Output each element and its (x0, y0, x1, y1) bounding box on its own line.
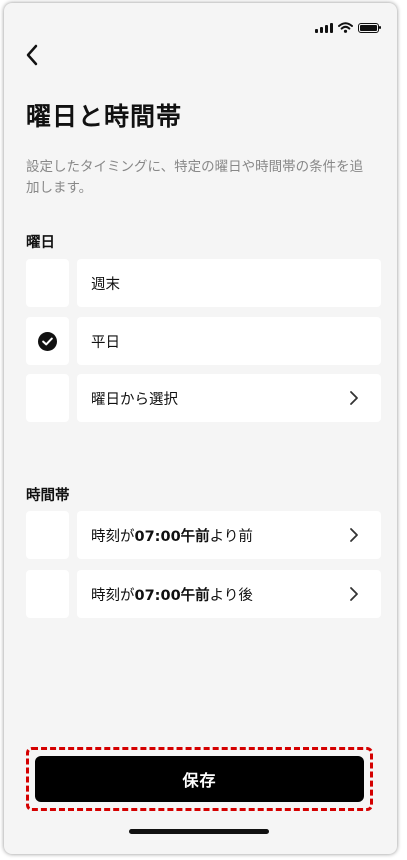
option-label: 時刻が07:00午前より後 (91, 587, 253, 604)
time-option-after[interactable]: 時刻が07:00午前より後 (26, 570, 381, 618)
checkbox[interactable] (26, 570, 69, 618)
battery-icon (358, 22, 381, 33)
section-label-time: 時間帯 (26, 488, 70, 504)
option-label: 曜日から選択 (91, 391, 178, 408)
signal-icon (315, 22, 333, 33)
section-label-days: 曜日 (26, 235, 55, 251)
option-label: 週末 (91, 276, 120, 293)
chevron-right-icon (350, 528, 358, 542)
option-label-box[interactable]: 曜日から選択 (77, 374, 381, 422)
option-label-box[interactable]: 時刻が07:00午前より後 (77, 570, 381, 618)
option-label-box[interactable]: 平日 (77, 317, 381, 365)
day-option-weekday[interactable]: 平日 (26, 317, 381, 365)
checkbox[interactable] (26, 259, 69, 307)
option-label-box[interactable]: 時刻が07:00午前より前 (77, 511, 381, 559)
time-option-before[interactable]: 時刻が07:00午前より前 (26, 511, 381, 559)
save-button[interactable]: 保存 (35, 756, 364, 802)
phone-screen: 曜日と時間帯 設定したタイミングに、特定の曜日や時間帯の条件を追加します。 曜日… (4, 3, 397, 854)
chevron-right-icon (350, 391, 358, 405)
save-highlight: 保存 (26, 747, 373, 811)
day-option-select[interactable]: 曜日から選択 (26, 374, 381, 422)
checkbox[interactable] (26, 511, 69, 559)
checkmark-icon (38, 331, 57, 351)
option-label: 時刻が07:00午前より前 (91, 528, 253, 545)
status-bar (315, 22, 381, 33)
chevron-left-icon (26, 44, 38, 66)
page-title: 曜日と時間帯 (26, 102, 183, 131)
chevron-right-icon (350, 587, 358, 601)
back-button[interactable] (18, 41, 46, 69)
page-description: 設定したタイミングに、特定の曜日や時間帯の条件を追加します。 (26, 159, 364, 196)
option-label-box[interactable]: 週末 (77, 259, 381, 307)
checkbox[interactable] (26, 317, 69, 365)
checkbox[interactable] (26, 374, 69, 422)
day-option-weekend[interactable]: 週末 (26, 259, 381, 307)
wifi-icon (338, 22, 353, 33)
home-indicator (129, 829, 269, 834)
option-label: 平日 (91, 334, 120, 351)
